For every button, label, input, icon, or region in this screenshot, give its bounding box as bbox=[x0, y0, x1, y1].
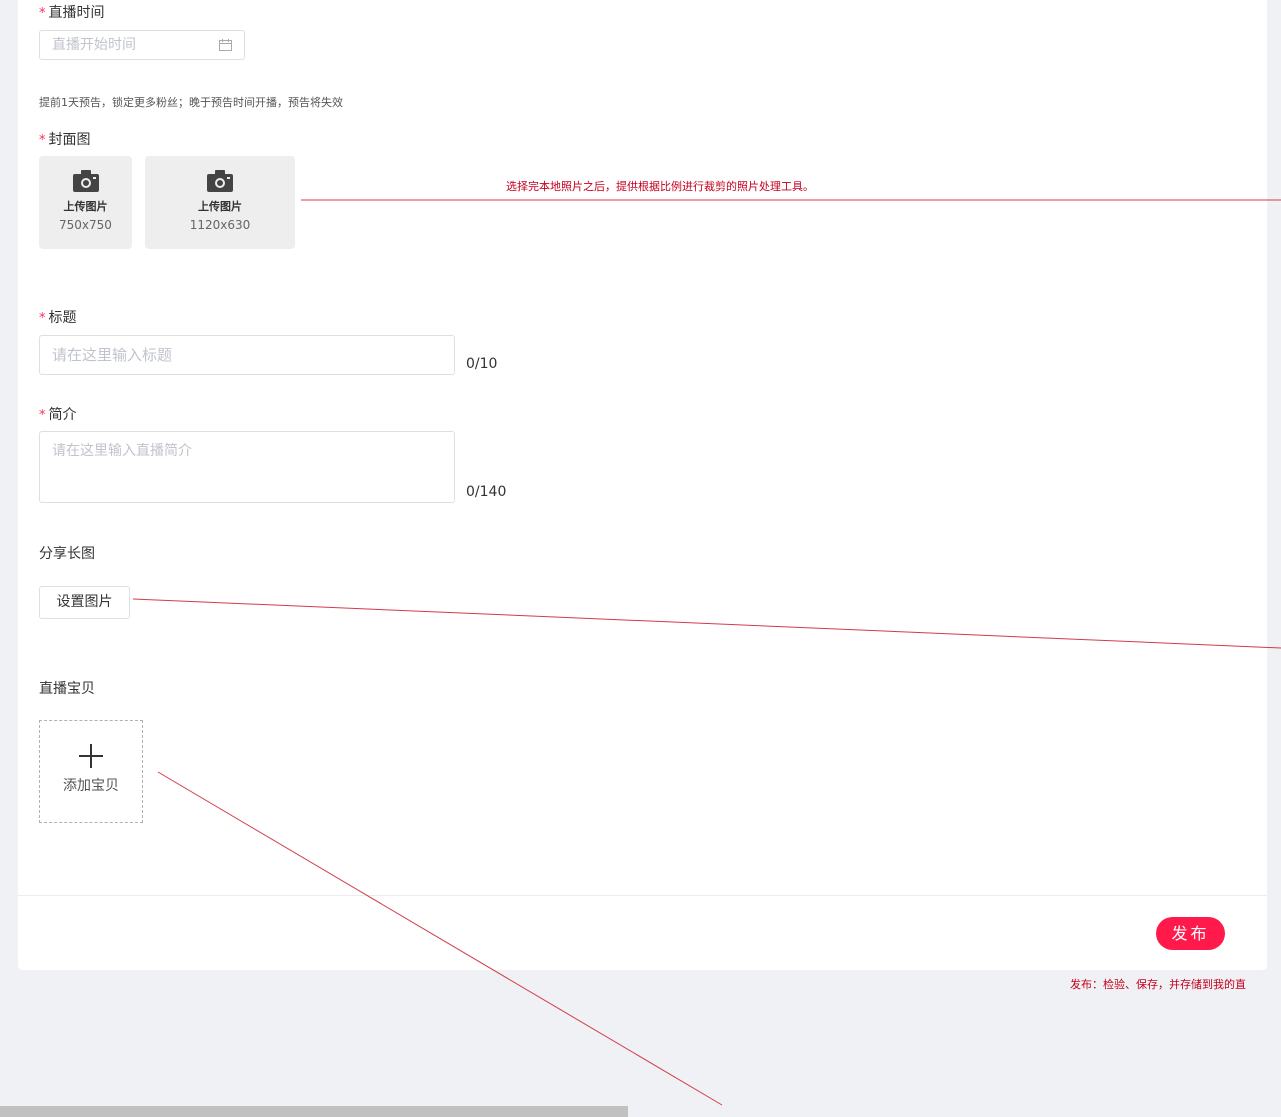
live-time-hint: 提前1天预告，锁定更多粉丝；晚于预告时间开播，预告将失效 bbox=[39, 96, 343, 109]
required-mark: * bbox=[39, 6, 46, 21]
intro-textarea[interactable]: 请在这里输入直播简介 bbox=[39, 431, 455, 503]
share-image-label: 分享长图 bbox=[39, 546, 95, 562]
intro-label: * 简介 bbox=[39, 404, 77, 424]
cover-upload-square[interactable]: 上传图片 750x750 bbox=[39, 156, 132, 249]
camera-icon bbox=[72, 170, 99, 192]
title-label-text: 标题 bbox=[48, 310, 77, 326]
publish-button[interactable]: 发布 bbox=[1156, 917, 1225, 950]
title-label: * 标题 bbox=[39, 307, 77, 327]
live-time-input[interactable]: 直播开始时间 bbox=[39, 30, 245, 60]
camera-icon bbox=[207, 170, 233, 192]
cover-annotation: 选择完本地照片之后，提供根据比例进行裁剪的照片处理工具。 bbox=[506, 180, 814, 193]
footer-divider bbox=[18, 895, 1267, 896]
required-mark: * bbox=[39, 408, 46, 423]
plus-icon bbox=[79, 744, 103, 768]
intro-counter: 0/140 bbox=[466, 484, 507, 500]
publish-annotation: 发布：检验、保存，并存储到我的直 bbox=[1070, 978, 1246, 991]
title-input[interactable]: 请在这里输入标题 bbox=[39, 335, 455, 375]
upload-size: 1120x630 bbox=[189, 218, 251, 232]
upload-label: 上传图片 bbox=[198, 200, 242, 213]
add-product-button[interactable]: 添加宝贝 bbox=[39, 720, 143, 823]
calendar-icon bbox=[219, 39, 232, 51]
required-mark: * bbox=[39, 133, 46, 148]
upload-label: 上传图片 bbox=[63, 200, 108, 213]
title-counter: 0/10 bbox=[466, 356, 498, 372]
live-time-label-text: 直播时间 bbox=[48, 5, 105, 21]
add-product-label: 添加宝贝 bbox=[63, 778, 119, 794]
required-mark: * bbox=[39, 311, 46, 326]
title-placeholder: 请在这里输入标题 bbox=[52, 346, 173, 364]
live-time-label: * 直播时间 bbox=[39, 2, 105, 22]
cover-label-text: 封面图 bbox=[48, 132, 91, 148]
cover-upload-wide[interactable]: 上传图片 1120x630 bbox=[145, 156, 295, 249]
set-image-button[interactable]: 设置图片 bbox=[39, 586, 130, 619]
intro-placeholder: 请在这里输入直播简介 bbox=[52, 443, 192, 459]
horizontal-scrollbar[interactable] bbox=[0, 1106, 628, 1117]
intro-label-text: 简介 bbox=[48, 407, 77, 423]
live-time-placeholder: 直播开始时间 bbox=[52, 37, 136, 53]
upload-size: 750x750 bbox=[59, 218, 112, 232]
products-label: 直播宝贝 bbox=[39, 681, 95, 697]
cover-label: * 封面图 bbox=[39, 129, 91, 149]
